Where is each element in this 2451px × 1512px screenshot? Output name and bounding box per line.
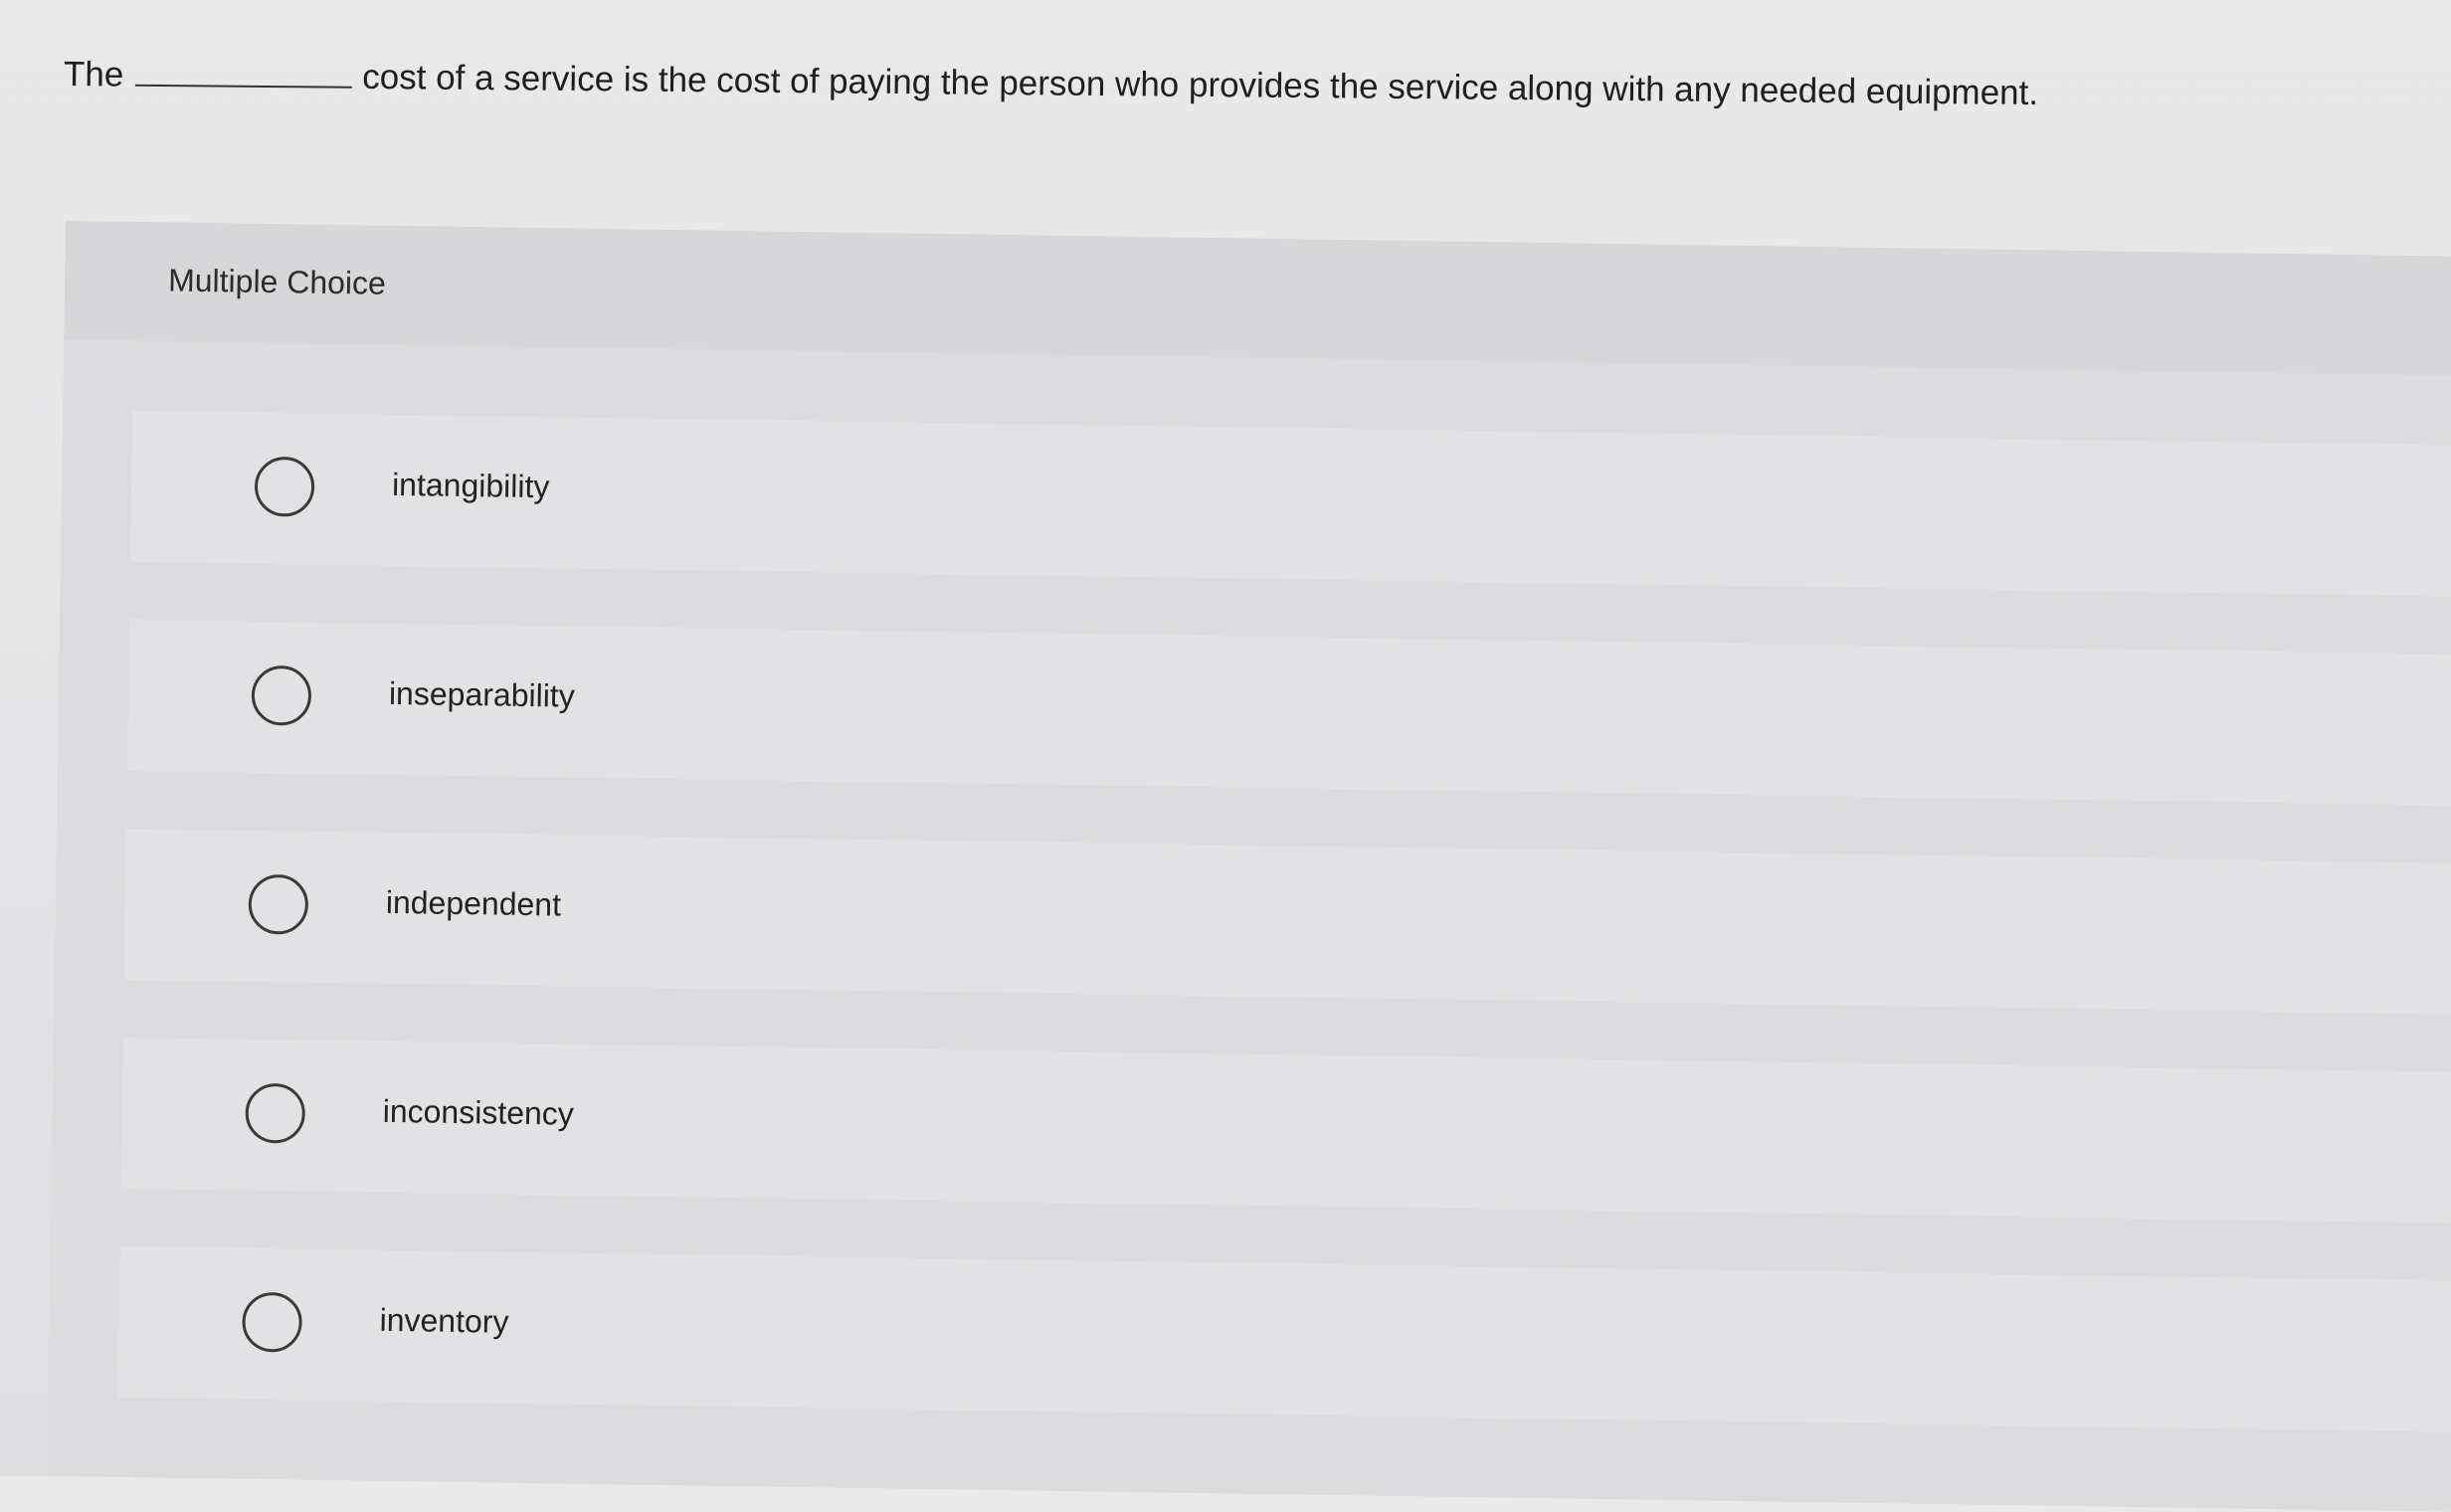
- choice-label: independent: [385, 883, 562, 923]
- choice-inseparability[interactable]: inseparability: [126, 619, 2451, 806]
- choice-label: intangibility: [391, 466, 550, 505]
- choice-label: inventory: [379, 1301, 509, 1340]
- radio-button[interactable]: [251, 664, 312, 726]
- choice-intangibility[interactable]: intangibility: [129, 411, 2451, 597]
- choice-inventory[interactable]: inventory: [117, 1245, 2451, 1432]
- card-title: Multiple Choice: [167, 262, 387, 301]
- choice-inconsistency[interactable]: inconsistency: [120, 1037, 2451, 1224]
- question-suffix: cost of a service is the cost of paying …: [362, 57, 2039, 113]
- answer-blank: [135, 40, 353, 89]
- radio-button[interactable]: [248, 873, 309, 935]
- choice-label: inconsistency: [382, 1092, 575, 1132]
- multiple-choice-card: Multiple Choice intangibility inseparabi…: [47, 221, 2451, 1512]
- radio-button[interactable]: [254, 456, 315, 517]
- question-text: The cost of a service is the cost of payi…: [64, 40, 2392, 126]
- choice-list: intangibility inseparability independent…: [117, 411, 2451, 1490]
- question-prefix: The: [63, 55, 124, 94]
- radio-button[interactable]: [245, 1082, 306, 1144]
- choice-label: inseparability: [388, 674, 576, 714]
- card-header: Multiple Choice: [64, 221, 2451, 376]
- radio-button[interactable]: [242, 1291, 303, 1353]
- choice-independent[interactable]: independent: [123, 828, 2451, 1015]
